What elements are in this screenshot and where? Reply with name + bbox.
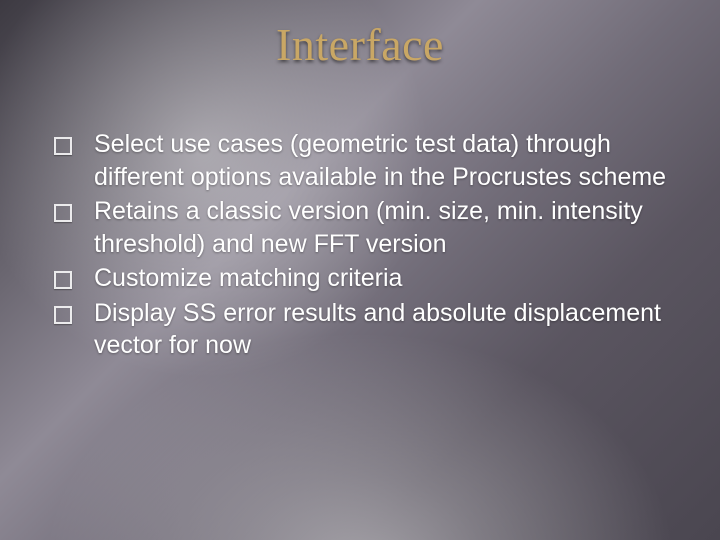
list-item: Customize matching criteria <box>54 262 690 295</box>
bullet-icon <box>54 137 72 155</box>
bullet-icon <box>54 204 72 222</box>
slide-body: Select use cases (geometric test data) t… <box>54 128 690 364</box>
bullet-text: Retains a classic version (min. size, mi… <box>94 195 690 260</box>
bullet-text: Customize matching criteria <box>94 262 690 295</box>
slide-title: Interface <box>0 18 720 71</box>
bullet-text: Display SS error results and absolute di… <box>94 297 690 362</box>
bullet-icon <box>54 306 72 324</box>
slide: Interface Select use cases (geometric te… <box>0 0 720 540</box>
bullet-text: Select use cases (geometric test data) t… <box>94 128 690 193</box>
bullet-icon <box>54 271 72 289</box>
list-item: Display SS error results and absolute di… <box>54 297 690 362</box>
list-item: Retains a classic version (min. size, mi… <box>54 195 690 260</box>
list-item: Select use cases (geometric test data) t… <box>54 128 690 193</box>
